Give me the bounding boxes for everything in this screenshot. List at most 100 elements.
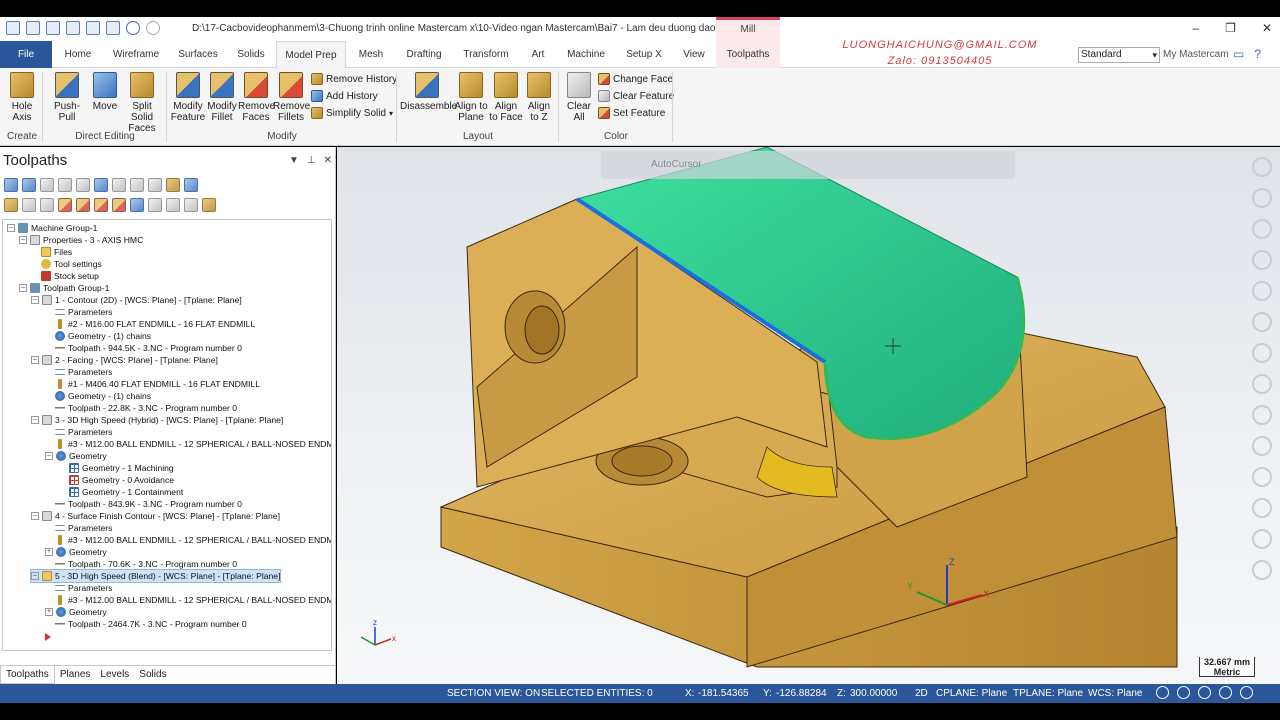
- clear-feature-button[interactable]: Clear Feature: [598, 90, 674, 102]
- tree-operation[interactable]: – 4 - Surface Finish Contour - [WCS: Plan…: [31, 510, 280, 522]
- post-icon[interactable]: [148, 178, 162, 192]
- tree-node[interactable]: Toolpath - 70.6K - 3.NC - Program number…: [55, 558, 237, 570]
- restore-icon[interactable]: ❐: [1225, 21, 1236, 35]
- move-button[interactable]: Move: [90, 72, 120, 112]
- tree-operation[interactable]: – 3 - 3D High Speed (Hybrid) - [WCS: Plan…: [31, 414, 283, 426]
- push-pull-button[interactable]: Push-Pull: [46, 72, 88, 123]
- regenerate-dirty-icon[interactable]: [58, 178, 72, 192]
- modify-feature-button[interactable]: Modify Feature: [170, 72, 206, 123]
- align-to-z-button[interactable]: Align to Z: [524, 72, 554, 123]
- tab-solids[interactable]: Solids: [232, 41, 270, 68]
- collapse-icon[interactable]: –: [31, 356, 39, 364]
- line-icon[interactable]: [1252, 219, 1272, 239]
- options-icon[interactable]: [166, 198, 180, 212]
- print-icon[interactable]: [66, 21, 80, 35]
- close-icon[interactable]: ✕: [1262, 21, 1272, 35]
- pin-icon[interactable]: ⊥: [307, 155, 316, 166]
- tab-mesh[interactable]: Mesh: [352, 41, 390, 68]
- collapse-icon[interactable]: –: [31, 296, 39, 304]
- regenerate-icon[interactable]: [40, 178, 54, 192]
- tree-node[interactable]: + Geometry: [45, 546, 107, 558]
- split-solid-faces-button[interactable]: Split Solid Faces: [121, 72, 163, 134]
- move-down-icon[interactable]: [58, 198, 72, 212]
- move-up-icon[interactable]: [76, 198, 90, 212]
- tab-model-prep[interactable]: Model Prep: [276, 41, 346, 68]
- tree-node[interactable]: #1 - M406.40 FLAT ENDMILL - 16 FLAT ENDM…: [55, 378, 260, 390]
- undo-icon[interactable]: [126, 21, 140, 35]
- show-display-icon[interactable]: [148, 198, 162, 212]
- tree-node[interactable]: + Geometry: [45, 606, 107, 618]
- set-feature-button[interactable]: Set Feature: [598, 107, 665, 119]
- curve-icon[interactable]: [1252, 281, 1272, 301]
- open-icon[interactable]: [46, 21, 60, 35]
- autocursor-label[interactable]: AutoCursor: [651, 159, 702, 170]
- tab-setup-x[interactable]: Setup X: [620, 41, 668, 68]
- boolean-icon[interactable]: [1252, 467, 1272, 487]
- help-icon[interactable]: [184, 178, 198, 192]
- tree-node[interactable]: Parameters: [55, 366, 112, 378]
- globe-icon[interactable]: [1156, 686, 1169, 699]
- backplot-icon[interactable]: [94, 178, 108, 192]
- autocursor-toolbar[interactable]: AutoCursor: [601, 151, 1015, 179]
- sketch-icon[interactable]: [1252, 312, 1272, 332]
- align-to-plane-button[interactable]: Align to Plane: [453, 72, 489, 123]
- tab-planes[interactable]: Planes: [55, 666, 96, 684]
- tab-solids-panel[interactable]: Solids: [134, 666, 171, 684]
- tree-operation-selected[interactable]: – 5 - 3D High Speed (Blend) - [WCS: Plane…: [29, 569, 282, 583]
- modify-fillet-button[interactable]: Modify Fillet: [205, 72, 239, 123]
- chat-icon[interactable]: ▭: [1233, 47, 1244, 61]
- cplane-status[interactable]: CPLANE: Plane: [936, 688, 1007, 699]
- mode-2d-toggle[interactable]: 2D: [915, 688, 928, 699]
- tree-operation[interactable]: – 2 - Facing - [WCS: Plane] - [Tplane: Pl…: [31, 354, 218, 366]
- operations-tree[interactable]: – Machine Group-1 – Properties - 3 - AXIS …: [2, 219, 332, 651]
- align-to-face-button[interactable]: Align to Face: [489, 72, 523, 123]
- collapse-icon[interactable]: –: [19, 284, 27, 292]
- tree-node[interactable]: – Geometry: [45, 450, 107, 462]
- tree-node[interactable]: Geometry - (1) chains: [55, 330, 151, 342]
- collapse-icon[interactable]: –: [7, 224, 15, 232]
- minimize-icon[interactable]: –: [1192, 21, 1199, 35]
- tree-node[interactable]: – Properties - 3 - AXIS HMC: [19, 234, 143, 246]
- tree-node[interactable]: Tool settings: [41, 258, 102, 270]
- tree-node[interactable]: – Machine Group-1: [7, 222, 97, 234]
- section-view-status[interactable]: SECTION VIEW: ON: [447, 688, 540, 699]
- select-all-operations-icon[interactable]: [4, 178, 18, 192]
- g1-icon[interactable]: [130, 178, 144, 192]
- remove-fillets-button[interactable]: Remove Fillets: [273, 72, 310, 123]
- tree-node[interactable]: Toolpath - 843.9K - 3.NC - Program numbe…: [55, 498, 242, 510]
- tab-file[interactable]: File: [0, 41, 52, 68]
- insert-arrow-icon[interactable]: [45, 633, 51, 641]
- tree-node[interactable]: Geometry - 1 Machining: [69, 462, 174, 474]
- collapse-icon[interactable]: –: [31, 416, 39, 424]
- collapse-icon[interactable]: –: [19, 236, 27, 244]
- my-mastercam-link[interactable]: My Mastercam: [1163, 49, 1229, 60]
- tree-node[interactable]: – Toolpath Group-1: [19, 282, 109, 294]
- help-icon[interactable]: ?: [1254, 47, 1261, 61]
- expand-icon[interactable]: +: [45, 608, 53, 616]
- remove-history-button[interactable]: Remove History: [311, 73, 397, 85]
- tree-node[interactable]: #2 - M16.00 FLAT ENDMILL - 16 FLAT ENDMI…: [55, 318, 255, 330]
- simplify-solid-button[interactable]: Simplify Solid ▾: [311, 107, 393, 119]
- tree-node[interactable]: #3 - M12.00 BALL ENDMILL - 12 SPHERICAL …: [55, 594, 331, 606]
- select-failed-operations-icon[interactable]: [22, 178, 36, 192]
- graphics-viewport[interactable]: Z X Y z x AutoCursor 32.667 mm Metric: [337, 147, 1280, 684]
- edit-icon[interactable]: [202, 198, 216, 212]
- tree-node[interactable]: Toolpath - 2464.7K - 3.NC - Program numb…: [55, 618, 247, 630]
- save-as-icon[interactable]: [106, 21, 120, 35]
- dimension-icon[interactable]: [1252, 343, 1272, 363]
- tree-node[interactable]: Geometry - (1) chains: [55, 390, 151, 402]
- collapse-icon[interactable]: –: [31, 512, 39, 520]
- scroll-to-insert-icon[interactable]: [112, 198, 126, 212]
- tree-node[interactable]: Parameters: [55, 582, 112, 594]
- add-icon[interactable]: [1252, 188, 1272, 208]
- high-feed-icon[interactable]: [166, 178, 180, 192]
- hole-axis-button[interactable]: Hole Axis: [6, 72, 38, 123]
- tree-node[interactable]: Parameters: [55, 306, 112, 318]
- tab-home[interactable]: Home: [58, 41, 98, 68]
- tab-art[interactable]: Art: [524, 41, 552, 68]
- tree-node[interactable]: Geometry - 0 Avoidance: [69, 474, 174, 486]
- help-icon[interactable]: [1252, 560, 1272, 580]
- tree-node[interactable]: #3 - M12.00 BALL ENDMILL - 12 SPHERICAL …: [55, 438, 331, 450]
- wcs-status[interactable]: WCS: Plane: [1088, 688, 1142, 699]
- verify-icon[interactable]: [112, 178, 126, 192]
